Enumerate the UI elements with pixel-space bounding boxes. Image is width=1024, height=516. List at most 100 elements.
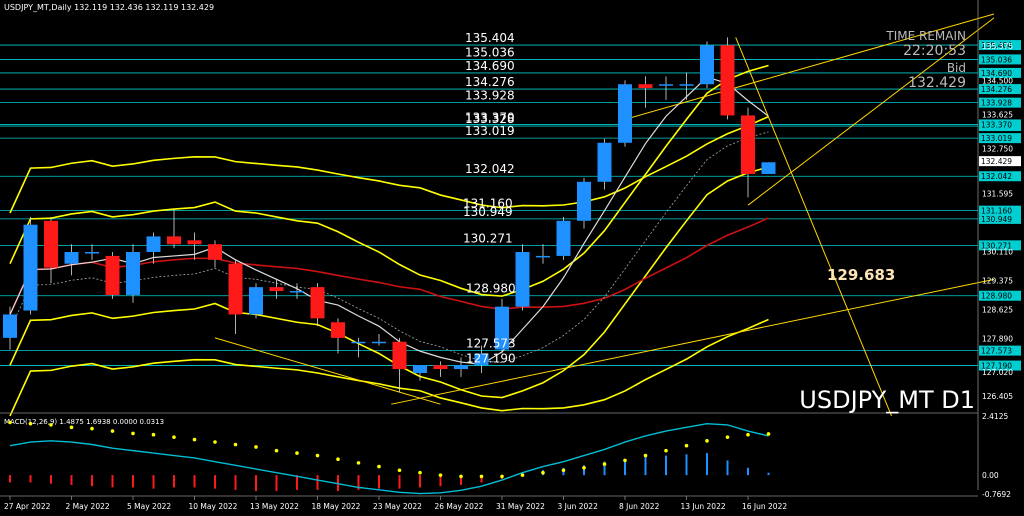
price-tick: 135.375: [982, 42, 1013, 51]
candle-body: [741, 115, 755, 174]
level-label: 127.573: [466, 337, 516, 351]
macd-signal-dot: [582, 465, 586, 470]
candle-body: [331, 322, 345, 338]
macd-signal-dot: [643, 453, 648, 458]
macd-signal-dot: [90, 426, 94, 431]
macd-signal-dot: [28, 421, 33, 426]
candle-body: [413, 365, 427, 373]
macd-tick: 0.00: [982, 471, 999, 480]
macd-signal-dot: [213, 440, 217, 444]
macd-signal-dot: [418, 470, 422, 475]
level-label: 135.404: [465, 31, 515, 45]
candle-body: [351, 341, 366, 344]
date-label: 31 May 2022: [496, 502, 545, 511]
candle-body: [700, 45, 714, 85]
chart-window[interactable]: 135.404 135.036 134.690 134.276 133.928 133.3…: [0, 0, 1024, 512]
candle-body: [761, 162, 776, 174]
target-price-label: 129.683: [827, 266, 895, 284]
level-tag-text: 130.949: [981, 215, 1012, 224]
time-remain-label: TIME REMAIN: [885, 29, 966, 43]
candle-body: [105, 255, 120, 295]
macd-signal-dot: [356, 461, 361, 465]
time-remain-value: 22:20:53: [903, 43, 966, 59]
candle-body: [556, 220, 571, 256]
macd-signal-dot: [192, 437, 197, 442]
macd-signal-dot: [69, 425, 74, 430]
candle-body: [269, 287, 284, 292]
candle-body: [167, 236, 181, 245]
macd-signal-dot: [336, 457, 340, 462]
date-label: 18 May 2022: [312, 502, 361, 511]
macd-signal-dot: [397, 468, 402, 473]
macd-signal-dot: [684, 443, 689, 448]
level-label: 133.019: [465, 124, 515, 138]
price-tick: 134.500: [982, 76, 1013, 85]
macd-signal-dot: [110, 429, 115, 433]
macd-signal-dot: [725, 435, 730, 439]
candle-body: [392, 341, 407, 370]
candle-body: [720, 45, 735, 116]
candle-body: [85, 252, 99, 254]
macd-signal-dot: [151, 432, 156, 437]
candle-body: [146, 236, 161, 253]
level-label: 130.271: [463, 231, 513, 245]
candle-body: [577, 181, 591, 221]
macd-signal-dot: [459, 474, 463, 479]
macd-signal-dot: [623, 458, 627, 463]
candle-body: [187, 240, 202, 245]
level-tag-text: 127.573: [981, 347, 1012, 356]
macd-label: MACD(12,26,9) 1.4875 1.6938 0.0000 0.031…: [4, 418, 164, 426]
date-label: 23 May 2022: [373, 502, 422, 511]
candle-body: [228, 263, 243, 315]
macd-signal-dot: [233, 442, 238, 447]
candle-body: [536, 255, 550, 258]
macd-signal-dot: [315, 453, 320, 458]
macd-signal-dot: [766, 432, 771, 436]
candle-body: [679, 84, 694, 86]
macd-signal-dot: [49, 423, 53, 427]
candle-body: [659, 84, 673, 86]
macd-signal-dot: [500, 474, 504, 479]
price-tick: 130.110: [982, 248, 1013, 257]
price-tick: 127.020: [982, 368, 1013, 377]
level-label: 128.980: [466, 282, 516, 296]
candle-body: [3, 314, 17, 338]
date-label: 16 Jun 2022: [742, 502, 787, 511]
level-tag-text: 132.042: [981, 172, 1012, 181]
bid-label: Bid: [947, 61, 966, 75]
candle-body: [126, 252, 140, 295]
candle-body: [638, 84, 653, 89]
candle-body: [433, 365, 448, 370]
date-label: 5 May 2022: [127, 502, 171, 511]
candle-body: [208, 244, 222, 260]
macd-signal-dot: [254, 445, 258, 449]
price-tick: 128.625: [982, 306, 1013, 315]
macd-signal-dot: [172, 435, 176, 439]
price-chart[interactable]: 135.404135.036134.690134.276133.928133.3…: [0, 0, 1024, 512]
macd-tick: -0.7692: [982, 490, 1011, 499]
macd-signal-dot: [295, 451, 299, 455]
date-label: 13 Jun 2022: [681, 502, 726, 511]
level-label: 135.036: [465, 45, 515, 59]
level-tag-text: 133.928: [981, 99, 1012, 108]
symbol-title: USDJPY_MT,Daily 132.119 132.436 132.119 …: [4, 3, 214, 12]
date-label: 10 May 2022: [189, 502, 238, 511]
candle-body: [23, 224, 38, 311]
macd-signal-dot: [131, 431, 135, 436]
price-tick: 126.405: [982, 392, 1013, 401]
candle-body: [618, 84, 632, 143]
current-price-text: 132.429: [981, 157, 1012, 166]
macd-signal-dot: [274, 448, 279, 453]
watermark-symbol: USDJPY_MT D1: [799, 386, 975, 414]
price-tick: 127.890: [982, 334, 1013, 343]
level-tag-text: 128.980: [981, 292, 1012, 301]
price-tick: 131.595: [982, 190, 1013, 199]
date-label: 2 May 2022: [66, 502, 110, 511]
macd-signal-dot: [438, 473, 443, 477]
candle-body: [310, 287, 325, 319]
price-tick: 129.375: [982, 276, 1013, 285]
level-tag-text: 134.276: [981, 85, 1012, 94]
macd-signal-dot: [541, 470, 545, 475]
price-tick: 133.625: [982, 110, 1013, 119]
candle-body: [44, 220, 58, 268]
